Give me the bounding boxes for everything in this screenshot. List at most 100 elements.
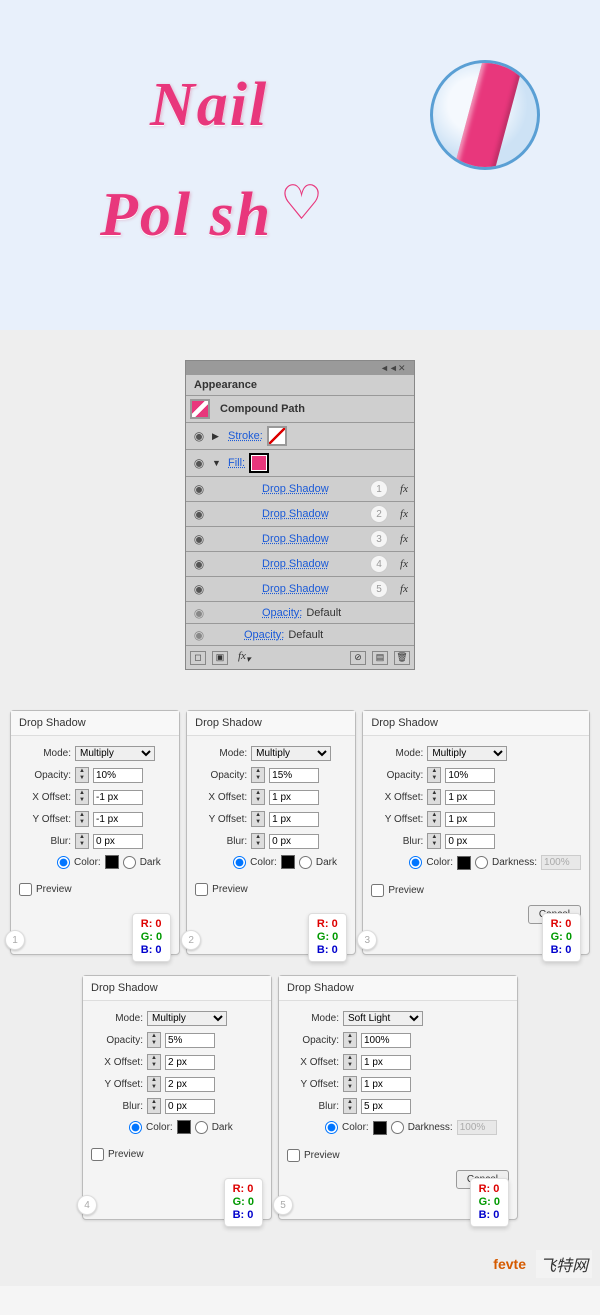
visibility-icon[interactable]: ◉ xyxy=(190,628,208,642)
preview-checkbox[interactable] xyxy=(371,884,384,897)
xoffset-input[interactable] xyxy=(165,1055,215,1070)
effect-label[interactable]: Drop Shadow xyxy=(212,483,329,495)
visibility-icon[interactable]: ◉ xyxy=(190,582,208,596)
stroke-label[interactable]: Stroke: xyxy=(228,430,263,442)
effect-row[interactable]: ◉Drop Shadow1fx xyxy=(186,477,414,502)
color-swatch[interactable] xyxy=(105,855,119,869)
stepper[interactable]: ▲▼ xyxy=(147,1098,161,1114)
stepper[interactable]: ▲▼ xyxy=(147,1032,161,1048)
stepper[interactable]: ▲▼ xyxy=(251,811,265,827)
collapse-icon[interactable]: ▼ xyxy=(212,458,224,468)
darkness-radio[interactable] xyxy=(299,856,312,869)
stepper[interactable]: ▲▼ xyxy=(343,1098,357,1114)
opacity-input[interactable] xyxy=(165,1033,215,1048)
preview-checkbox[interactable] xyxy=(287,1149,300,1162)
blur-input[interactable] xyxy=(269,834,319,849)
effect-label[interactable]: Drop Shadow xyxy=(212,533,329,545)
stepper[interactable]: ▲▼ xyxy=(343,1032,357,1048)
stepper[interactable]: ▲▼ xyxy=(75,833,89,849)
darkness-radio[interactable] xyxy=(123,856,136,869)
color-radio[interactable] xyxy=(129,1121,142,1134)
stepper[interactable]: ▲▼ xyxy=(75,811,89,827)
stepper[interactable]: ▲▼ xyxy=(251,789,265,805)
yoffset-input[interactable] xyxy=(445,812,495,827)
stroke-swatch[interactable] xyxy=(267,426,287,446)
preview-checkbox[interactable] xyxy=(19,883,32,896)
trash-icon[interactable]: 🗑 xyxy=(394,651,410,665)
add-effect-button[interactable]: fx▾ xyxy=(238,650,251,665)
new-art-icon[interactable]: ◻ xyxy=(190,651,206,665)
stepper[interactable]: ▲▼ xyxy=(75,767,89,783)
stepper[interactable]: ▲▼ xyxy=(251,833,265,849)
yoffset-input[interactable] xyxy=(165,1077,215,1092)
opacity-label[interactable]: Opacity: xyxy=(212,607,302,619)
stepper[interactable]: ▲▼ xyxy=(343,1054,357,1070)
fx-icon[interactable]: fx xyxy=(400,583,408,595)
effect-row[interactable]: ◉Drop Shadow5fx xyxy=(186,577,414,602)
darkness-radio[interactable] xyxy=(475,856,488,869)
close-icon[interactable]: ✕ xyxy=(398,363,410,373)
stroke-row[interactable]: ◉ ▶ Stroke: xyxy=(186,423,414,450)
color-radio[interactable] xyxy=(325,1121,338,1134)
blur-input[interactable] xyxy=(445,834,495,849)
stepper[interactable]: ▲▼ xyxy=(147,1076,161,1092)
effect-label[interactable]: Drop Shadow xyxy=(212,508,329,520)
xoffset-input[interactable] xyxy=(445,790,495,805)
blur-input[interactable] xyxy=(93,834,143,849)
stepper[interactable]: ▲▼ xyxy=(251,767,265,783)
visibility-icon[interactable]: ◉ xyxy=(190,456,208,470)
mode-select[interactable]: Multiply xyxy=(427,746,507,761)
xoffset-input[interactable] xyxy=(93,790,143,805)
effect-row[interactable]: ◉Drop Shadow2fx xyxy=(186,502,414,527)
mode-select[interactable]: Multiply xyxy=(147,1011,227,1026)
fx-icon[interactable]: fx xyxy=(400,533,408,545)
opacity-input[interactable] xyxy=(269,768,319,783)
fill-swatch[interactable] xyxy=(249,453,269,473)
color-swatch[interactable] xyxy=(373,1121,387,1135)
blur-input[interactable] xyxy=(361,1099,411,1114)
stepper[interactable]: ▲▼ xyxy=(427,811,441,827)
compound-path-row[interactable]: Compound Path xyxy=(186,396,414,423)
stepper[interactable]: ▲▼ xyxy=(427,789,441,805)
xoffset-input[interactable] xyxy=(361,1055,411,1070)
expand-icon[interactable]: ▶ xyxy=(212,431,224,442)
fill-row[interactable]: ◉ ▼ Fill: xyxy=(186,450,414,477)
stepper[interactable]: ▲▼ xyxy=(75,789,89,805)
effect-row[interactable]: ◉Drop Shadow3fx xyxy=(186,527,414,552)
fx-icon[interactable]: fx xyxy=(400,558,408,570)
collapse-icon[interactable]: ◄◄ xyxy=(380,363,392,373)
no-icon[interactable]: ⊘ xyxy=(350,651,366,665)
effect-label[interactable]: Drop Shadow xyxy=(212,558,329,570)
blur-input[interactable] xyxy=(165,1099,215,1114)
color-radio[interactable] xyxy=(409,856,422,869)
color-swatch[interactable] xyxy=(177,1120,191,1134)
mode-select[interactable]: Multiply xyxy=(75,746,155,761)
preview-checkbox[interactable] xyxy=(91,1148,104,1161)
stepper[interactable]: ▲▼ xyxy=(343,1076,357,1092)
object-opacity-row[interactable]: ◉ Opacity: Default xyxy=(186,624,414,646)
mode-select[interactable]: Multiply xyxy=(251,746,331,761)
panel-tab-appearance[interactable]: Appearance xyxy=(186,375,414,396)
color-radio[interactable] xyxy=(233,856,246,869)
fx-icon[interactable]: fx xyxy=(400,483,408,495)
darkness-radio[interactable] xyxy=(391,1121,404,1134)
visibility-icon[interactable]: ◉ xyxy=(190,429,208,443)
mode-select[interactable]: Soft Light xyxy=(343,1011,423,1026)
yoffset-input[interactable] xyxy=(269,812,319,827)
opacity-input[interactable] xyxy=(93,768,143,783)
opacity-input[interactable] xyxy=(361,1033,411,1048)
xoffset-input[interactable] xyxy=(269,790,319,805)
preview-checkbox[interactable] xyxy=(195,883,208,896)
yoffset-input[interactable] xyxy=(93,812,143,827)
fill-label[interactable]: Fill: xyxy=(228,457,245,469)
duplicate-icon[interactable]: ▤ xyxy=(372,651,388,665)
color-swatch[interactable] xyxy=(281,855,295,869)
visibility-icon[interactable]: ◉ xyxy=(190,482,208,496)
effect-row[interactable]: ◉Drop Shadow4fx xyxy=(186,552,414,577)
darkness-radio[interactable] xyxy=(195,1121,208,1134)
fill-opacity-row[interactable]: ◉ Opacity: Default xyxy=(186,602,414,624)
opacity-input[interactable] xyxy=(445,768,495,783)
visibility-icon[interactable]: ◉ xyxy=(190,606,208,620)
yoffset-input[interactable] xyxy=(361,1077,411,1092)
visibility-icon[interactable]: ◉ xyxy=(190,557,208,571)
